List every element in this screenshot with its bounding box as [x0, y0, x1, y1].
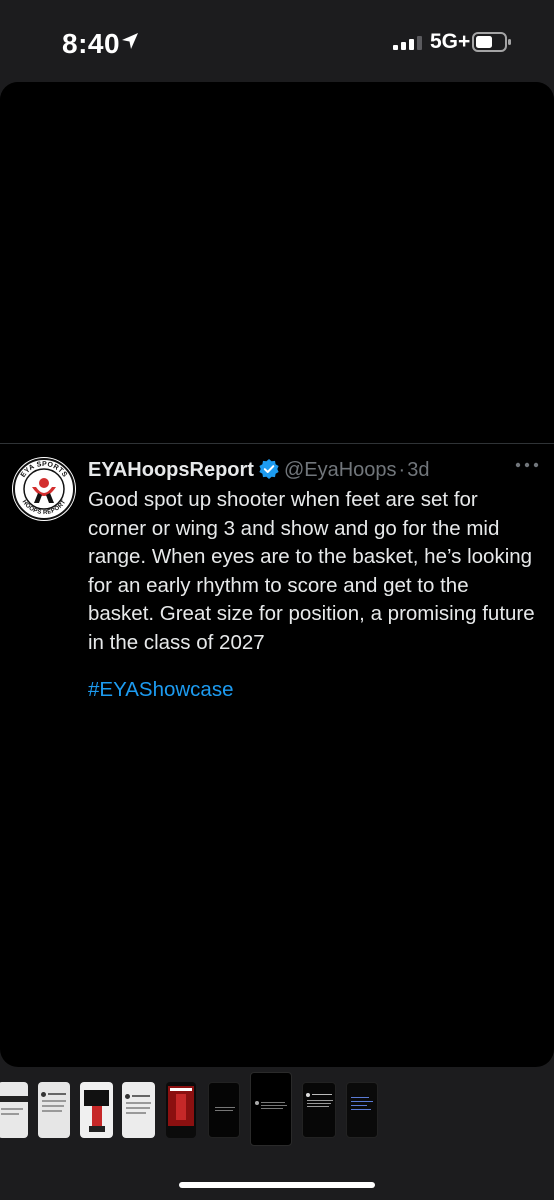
- separator-dot: ·: [398, 459, 406, 481]
- status-bar: 8:40 5G+: [0, 0, 554, 80]
- screen: 8:40 5G+ EYA SPORTS HOOPS REPORT EYAHoop…: [0, 0, 554, 1200]
- thumbnail-item[interactable]: [80, 1082, 113, 1138]
- thumbnail-item[interactable]: [38, 1082, 70, 1138]
- timestamp[interactable]: 3d: [407, 459, 429, 481]
- thumbnail-item[interactable]: [302, 1082, 336, 1138]
- eya-logo-icon: EYA SPORTS HOOPS REPORT: [13, 458, 75, 520]
- network-type-label: 5G+: [430, 30, 471, 53]
- verified-badge-icon: [259, 459, 279, 479]
- status-time: 8:40: [62, 28, 121, 59]
- media-viewer: EYA SPORTS HOOPS REPORT EYAHoopsReport @…: [0, 82, 554, 1067]
- divider: [0, 443, 554, 444]
- home-indicator[interactable]: [179, 1182, 375, 1188]
- thumbnail-item[interactable]: [166, 1082, 196, 1138]
- thumbnail-item[interactable]: [208, 1082, 240, 1138]
- tweet-header: EYAHoopsReport @EyaHoops · 3d: [88, 458, 429, 486]
- thumbnail-item[interactable]: [346, 1082, 378, 1138]
- cellular-signal-icon: [393, 36, 422, 50]
- hashtag-link[interactable]: #EYAShowcase: [88, 678, 233, 702]
- thumbnail-item[interactable]: [122, 1082, 155, 1138]
- thumbnail-item-selected[interactable]: [250, 1072, 292, 1146]
- avatar[interactable]: EYA SPORTS HOOPS REPORT: [12, 457, 76, 521]
- thumbnail-strip: [0, 1072, 554, 1152]
- display-name[interactable]: EYAHoopsReport: [88, 459, 254, 481]
- battery-icon: [472, 32, 511, 52]
- thumbnail-item[interactable]: [0, 1082, 28, 1138]
- video-area[interactable]: [0, 82, 554, 442]
- tweet-text: Good spot up shooter when feet are set f…: [88, 488, 535, 654]
- user-handle[interactable]: @EyaHoops: [284, 459, 397, 481]
- location-arrow-icon: [122, 33, 138, 49]
- more-options-icon[interactable]: [513, 458, 541, 472]
